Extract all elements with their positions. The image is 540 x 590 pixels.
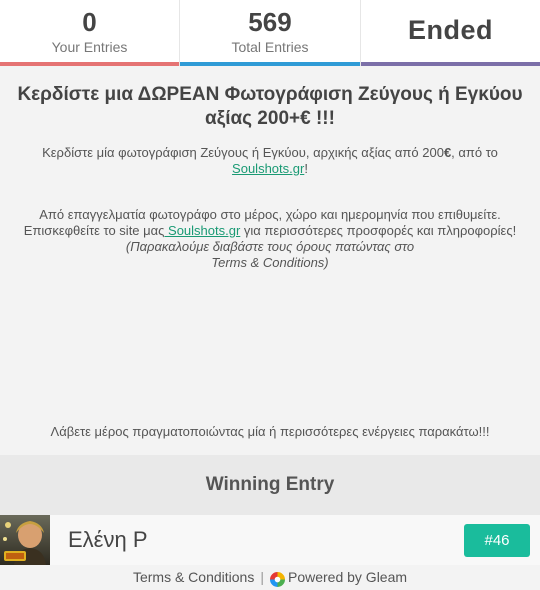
soulshots-link-2[interactable]: Soulshots.gr — [164, 223, 240, 238]
soulshots-link-1[interactable]: Soulshots.gr — [232, 161, 304, 176]
winner-row: Ελένη Ρ #46 — [0, 515, 540, 565]
status-ended: Ended — [407, 15, 493, 45]
para1-end: ! — [304, 161, 308, 176]
competition-description: Κερδίστε μια ΔΩΡΕΑΝ Φωτογράφιση Ζεύγους … — [0, 66, 540, 455]
description-paragraph-2: Από επαγγελματία φωτογράφο στο μέρος, χώ… — [20, 207, 520, 271]
para2-line2-pre: Επισκεφθείτε το site μας — [23, 223, 165, 238]
description-paragraph-1: Κερδίστε μία φωτογράφιση Ζεύγους ή Εγκύο… — [20, 145, 520, 177]
para2-italic-2: Terms & Conditions) — [211, 255, 329, 270]
call-to-action: Λάβετε μέρος πραγματοποιώντας μία ή περι… — [50, 424, 490, 439]
winner-name: Ελένη Ρ — [68, 527, 148, 552]
competition-title: Κερδίστε μια ΔΩΡΕΑΝ Φωτογράφιση Ζεύγους … — [17, 84, 523, 129]
total-entries-count: 569 — [248, 7, 292, 37]
para2-line2-post: για περισσότερες προσφορές και πληροφορί… — [240, 223, 517, 238]
your-entries-label: Your Entries — [51, 39, 128, 55]
winning-entry-header: Winning Entry — [0, 455, 540, 515]
entry-number-badge: #46 — [464, 524, 530, 557]
your-entries-stat: 0 Your Entries — [0, 0, 180, 66]
your-entries-count: 0 — [82, 7, 97, 37]
status-stat: Ended — [361, 0, 540, 66]
footer-separator: | — [260, 569, 264, 585]
para1-mid: , από το — [451, 145, 498, 160]
terms-conditions-link[interactable]: Terms & Conditions — [133, 569, 254, 585]
total-entries-label: Total Entries — [231, 39, 309, 55]
gleam-logo-icon — [269, 570, 285, 587]
stats-bar: 0 Your Entries 569 Total Entries Ended — [0, 0, 540, 66]
total-entries-stat: 569 Total Entries — [180, 0, 361, 66]
powered-by-gleam-link[interactable]: Powered by Gleam — [288, 569, 407, 585]
para2-italic-1: (Παρακαλούμε διαβάστε τους όρους πατώντα… — [125, 239, 415, 254]
para1-text: Κερδίστε μία φωτογράφιση Ζεύγους ή Εγκύο… — [42, 145, 444, 160]
winning-entry-title: Winning Entry — [205, 474, 335, 495]
winner-avatar-photo — [0, 515, 50, 565]
para2-line1: Από επαγγελματία φωτογράφο στο μέρος, χώ… — [39, 207, 501, 222]
footer: Terms & Conditions | Powered by Gleam — [0, 565, 540, 590]
